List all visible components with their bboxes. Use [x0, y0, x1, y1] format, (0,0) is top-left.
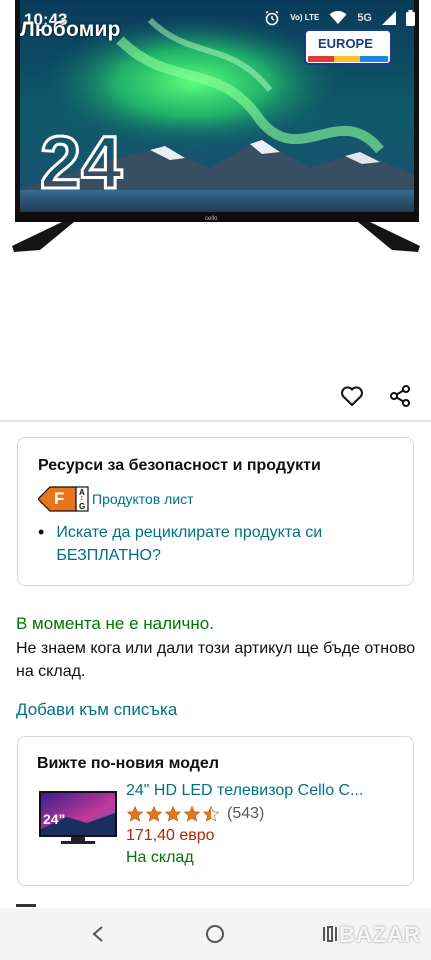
- energy-scale-arrow: ↕: [80, 495, 84, 502]
- rating-count[interactable]: (543): [227, 805, 264, 823]
- star-icon: [145, 805, 163, 822]
- alarm-icon: [265, 10, 279, 26]
- system-nav-bar: BAZAR: [0, 908, 431, 960]
- wifi-icon: [329, 11, 347, 24]
- volte-indicator: Vo) LTE: [290, 13, 320, 22]
- recycle-item[interactable]: • Искате да рециклирате продукта си БЕЗП…: [38, 521, 398, 567]
- energy-class-letter: F: [54, 489, 65, 508]
- share-icon[interactable]: [387, 383, 413, 409]
- network-type: 5G: [357, 12, 372, 24]
- safety-title: Ресурси за безопасност и продукти: [38, 457, 321, 474]
- energy-class-badge[interactable]: F A ↕ G: [37, 485, 89, 513]
- star-rating: [126, 805, 220, 823]
- star-half-icon: [202, 805, 220, 822]
- signal-icon: [382, 11, 396, 25]
- home-circle-icon: [206, 925, 224, 943]
- energy-label-row[interactable]: F A ↕ G Продуктов лист: [37, 485, 194, 513]
- newer-model-name[interactable]: 24" HD LED телевизор Cello C...: [126, 780, 401, 802]
- newer-model-stock: На склад: [126, 849, 194, 866]
- status-icons: Vo) LTE 5G: [264, 10, 415, 26]
- bullet-icon: •: [38, 522, 45, 542]
- brand-mark: cello: [205, 216, 218, 222]
- newer-model-thumbnail[interactable]: 24": [37, 789, 119, 851]
- availability-status: В момента не е налично.: [16, 614, 214, 633]
- energy-scale-bottom: G: [79, 502, 86, 511]
- battery-icon: [406, 10, 415, 26]
- recents-icon: [323, 926, 337, 942]
- rating-row[interactable]: (543): [126, 803, 401, 825]
- newer-model-title: Вижте по-новия модел: [37, 755, 219, 772]
- screen-size-label: 24: [40, 121, 122, 204]
- add-to-list-link[interactable]: Добави към списъка: [16, 700, 177, 720]
- status-bar: 10:43 Любомир Vo) LTE 5G: [0, 0, 431, 42]
- chevron-left-icon: [92, 926, 103, 942]
- newer-model-card[interactable]: Вижте по-новия модел 24" 24" HD LED теле…: [17, 736, 414, 886]
- home-button[interactable]: [203, 922, 227, 946]
- newer-model-price: 171,40 евро: [126, 827, 215, 844]
- back-button[interactable]: [86, 922, 110, 946]
- product-sheet-link[interactable]: Продуктов лист: [92, 491, 194, 507]
- watermark: BAZAR: [339, 922, 421, 947]
- next-section-peek: [16, 904, 36, 907]
- heart-icon[interactable]: [339, 383, 365, 409]
- availability-note: Не знаем кога или дали този артикул ще б…: [16, 640, 416, 680]
- star-icon: [164, 805, 182, 822]
- product-image-area[interactable]: 24 EUROPE cello: [0, 0, 431, 420]
- star-icon: [126, 805, 144, 822]
- section-divider: [0, 420, 431, 422]
- recycle-link[interactable]: Искате да рециклирате продукта си БЕЗПЛА…: [56, 521, 398, 567]
- star-icon: [183, 805, 201, 822]
- thumb-size-label: 24": [43, 811, 66, 827]
- safety-resources-card: Ресурси за безопасност и продукти F A ↕ …: [17, 437, 414, 586]
- seller-name: Любомир: [20, 18, 121, 41]
